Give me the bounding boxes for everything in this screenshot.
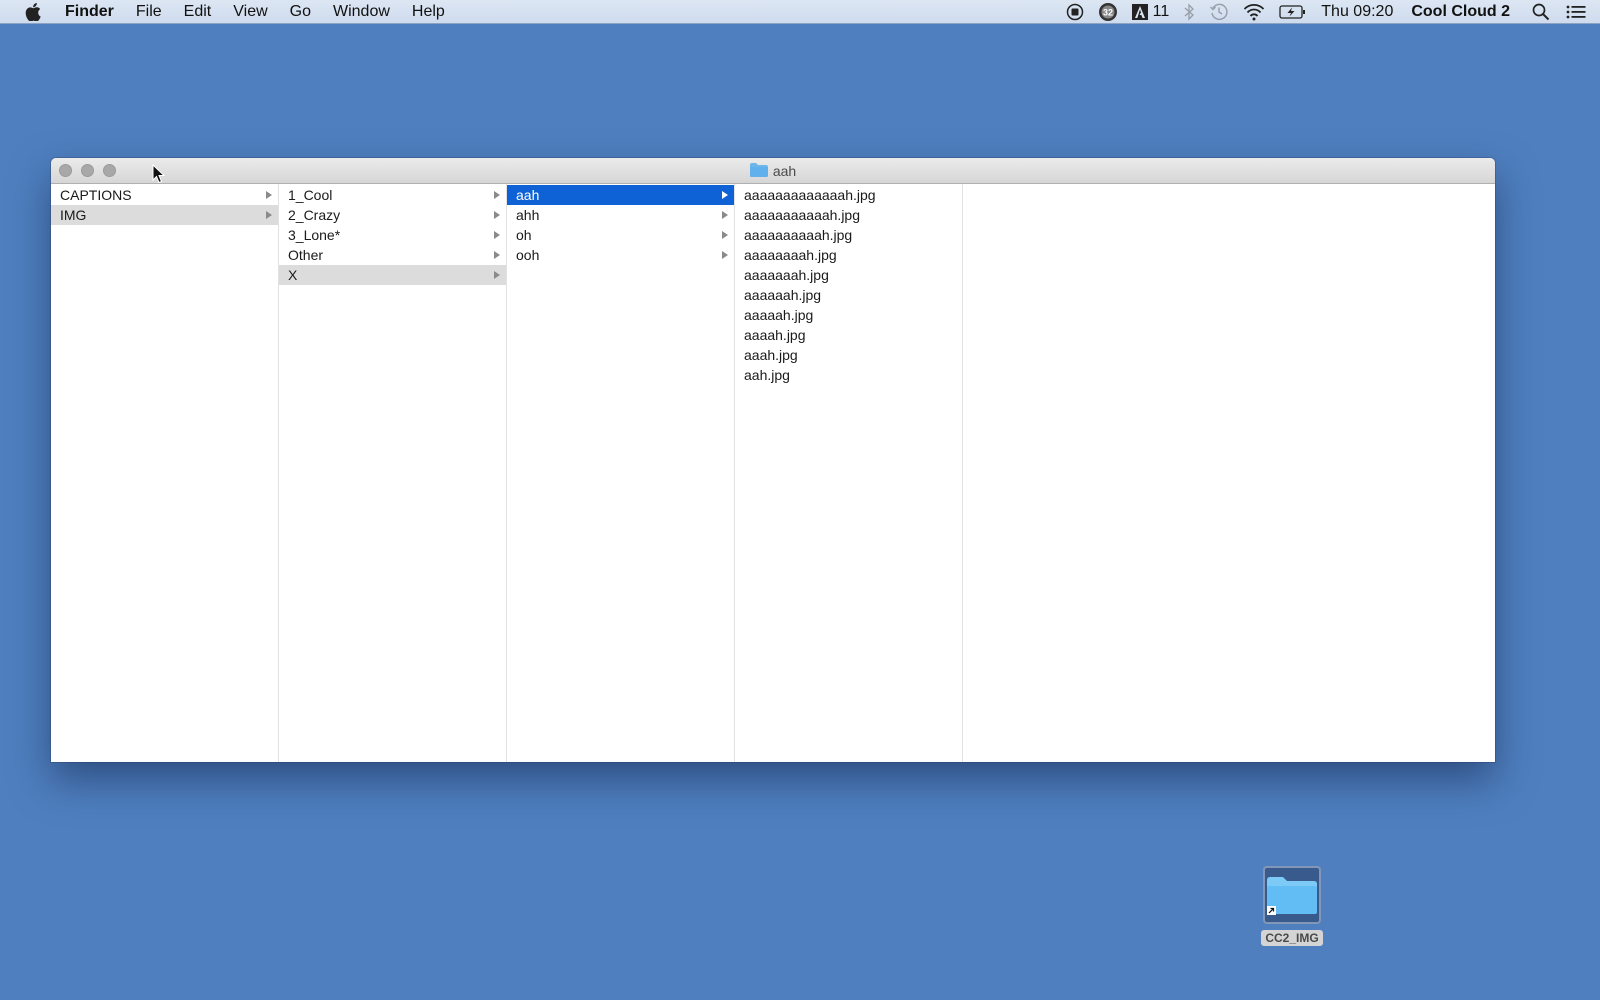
row-label: aaaaaaaaaah.jpg [744,227,853,243]
adobe-icon[interactable]: 11 [1131,2,1170,21]
mouse-cursor-icon [152,163,166,189]
folder-row[interactable]: 3_Lone* [279,225,506,245]
folder-row[interactable]: aah [507,185,734,205]
row-label: aah [516,187,540,203]
browser-column-2[interactable]: 1_Cool 2_Crazy 3_Lone* Other X [279,184,507,762]
disclosure-arrow-icon [266,191,272,199]
menu-go[interactable]: Go [279,0,322,24]
file-row[interactable]: aaaah.jpg [735,325,962,345]
menu-edit[interactable]: Edit [173,0,223,24]
wifi-icon[interactable] [1243,3,1265,21]
file-row[interactable]: aaaaaaaaaaah.jpg [735,205,962,225]
menu-window[interactable]: Window [322,0,401,24]
folder-row[interactable]: IMG [51,205,278,225]
row-label: ahh [516,207,540,223]
file-row[interactable]: aah.jpg [735,365,962,385]
row-label: aaaah.jpg [744,327,806,343]
row-label: aaaaaaah.jpg [744,267,829,283]
folder-row[interactable]: ahh [507,205,734,225]
folder-row[interactable]: 2_Crazy [279,205,506,225]
file-row[interactable]: aaaaaaah.jpg [735,265,962,285]
disclosure-arrow-icon [494,251,500,259]
row-label: aaaaaaaaaaah.jpg [744,207,861,223]
browser-column-1[interactable]: CAPTIONS IMG [51,184,279,762]
menu-view[interactable]: View [222,0,278,24]
calendar-badge-text: 32 [1103,7,1113,17]
browser-column-5[interactable] [963,184,1495,762]
clock[interactable]: Thu 09:20 [1321,3,1393,21]
row-label: IMG [60,207,87,223]
file-row[interactable]: aaaaaaaah.jpg [735,245,962,265]
spotlight-search-icon[interactable] [1532,3,1550,21]
alias-arrow-icon [1267,902,1276,920]
row-label: CAPTIONS [60,187,132,203]
row-label: aaaaaaaah.jpg [744,247,837,263]
disclosure-arrow-icon [722,211,728,219]
window-titlebar[interactable]: aah [51,158,1495,184]
window-title: aah [51,158,1495,184]
folder-row[interactable]: X [279,265,506,285]
row-label: aaaaaah.jpg [744,287,822,303]
file-row[interactable]: aaah.jpg [735,345,962,365]
disclosure-arrow-icon [722,191,728,199]
row-label: Other [288,247,324,263]
row-label: aah.jpg [744,367,790,383]
browser-column-4[interactable]: aaaaaaaaaaaaah.jpg aaaaaaaaaaah.jpg aaaaaa… [735,184,963,762]
row-label: ooh [516,247,540,263]
disclosure-arrow-icon [722,251,728,259]
disclosure-arrow-icon [494,191,500,199]
disclosure-arrow-icon [494,231,500,239]
column-browser: CAPTIONS IMG 1_Cool 2_Crazy 3_Lone* Other Xaah… [51,184,1495,762]
row-label: 2_Crazy [288,207,341,223]
row-label: aaaaaaaaaaaaah.jpg [744,187,876,203]
file-row[interactable]: aaaaaaaaaaaaah.jpg [735,185,962,205]
time-machine-icon[interactable] [1209,2,1229,22]
disclosure-arrow-icon [494,271,500,279]
disclosure-arrow-icon [722,231,728,239]
file-row[interactable]: aaaaaaaaaah.jpg [735,225,962,245]
row-label: X [288,267,298,283]
calendar-32-icon[interactable]: 32 [1098,2,1118,22]
user-name[interactable]: Cool Cloud 2 [1411,3,1510,21]
finder-window: aah CAPTIONS IMG 1_Cool 2_Crazy 3_Lone* Other… [51,158,1495,762]
file-row[interactable]: aaaaaah.jpg [735,285,962,305]
desktop-icon-label: CC2_IMG [1261,930,1323,946]
row-label: oh [516,227,532,243]
row-label: 3_Lone* [288,227,341,243]
notification-center-icon[interactable] [1566,4,1586,20]
battery-charging-icon[interactable] [1279,4,1307,20]
browser-column-3[interactable]: aah ahh oh ooh [507,184,735,762]
folder-alias-icon [1263,866,1321,924]
menu-finder[interactable]: Finder [60,0,125,24]
file-row[interactable]: aaaaah.jpg [735,305,962,325]
folder-row[interactable]: Other [279,245,506,265]
menu-file[interactable]: File [125,0,173,24]
folder-icon [749,162,768,180]
apple-logo-icon[interactable] [20,2,46,21]
folder-row[interactable]: ooh [507,245,734,265]
menu-bar: Finder File Edit View Go Window Help 32 … [0,0,1600,24]
adobe-count: 11 [1152,2,1170,20]
window-title-text: aah [772,163,797,179]
disclosure-arrow-icon [494,211,500,219]
row-label: aaah.jpg [744,347,798,363]
record-icon[interactable] [1066,3,1084,21]
menu-help[interactable]: Help [401,0,456,24]
row-label: 1_Cool [288,187,333,203]
desktop-icon-cc2-img[interactable]: CC2_IMG [1254,866,1330,947]
folder-row[interactable]: oh [507,225,734,245]
row-label: aaaaah.jpg [744,307,814,323]
bluetooth-icon[interactable] [1183,2,1195,21]
disclosure-arrow-icon [266,211,272,219]
folder-row[interactable]: 1_Cool [279,185,506,205]
